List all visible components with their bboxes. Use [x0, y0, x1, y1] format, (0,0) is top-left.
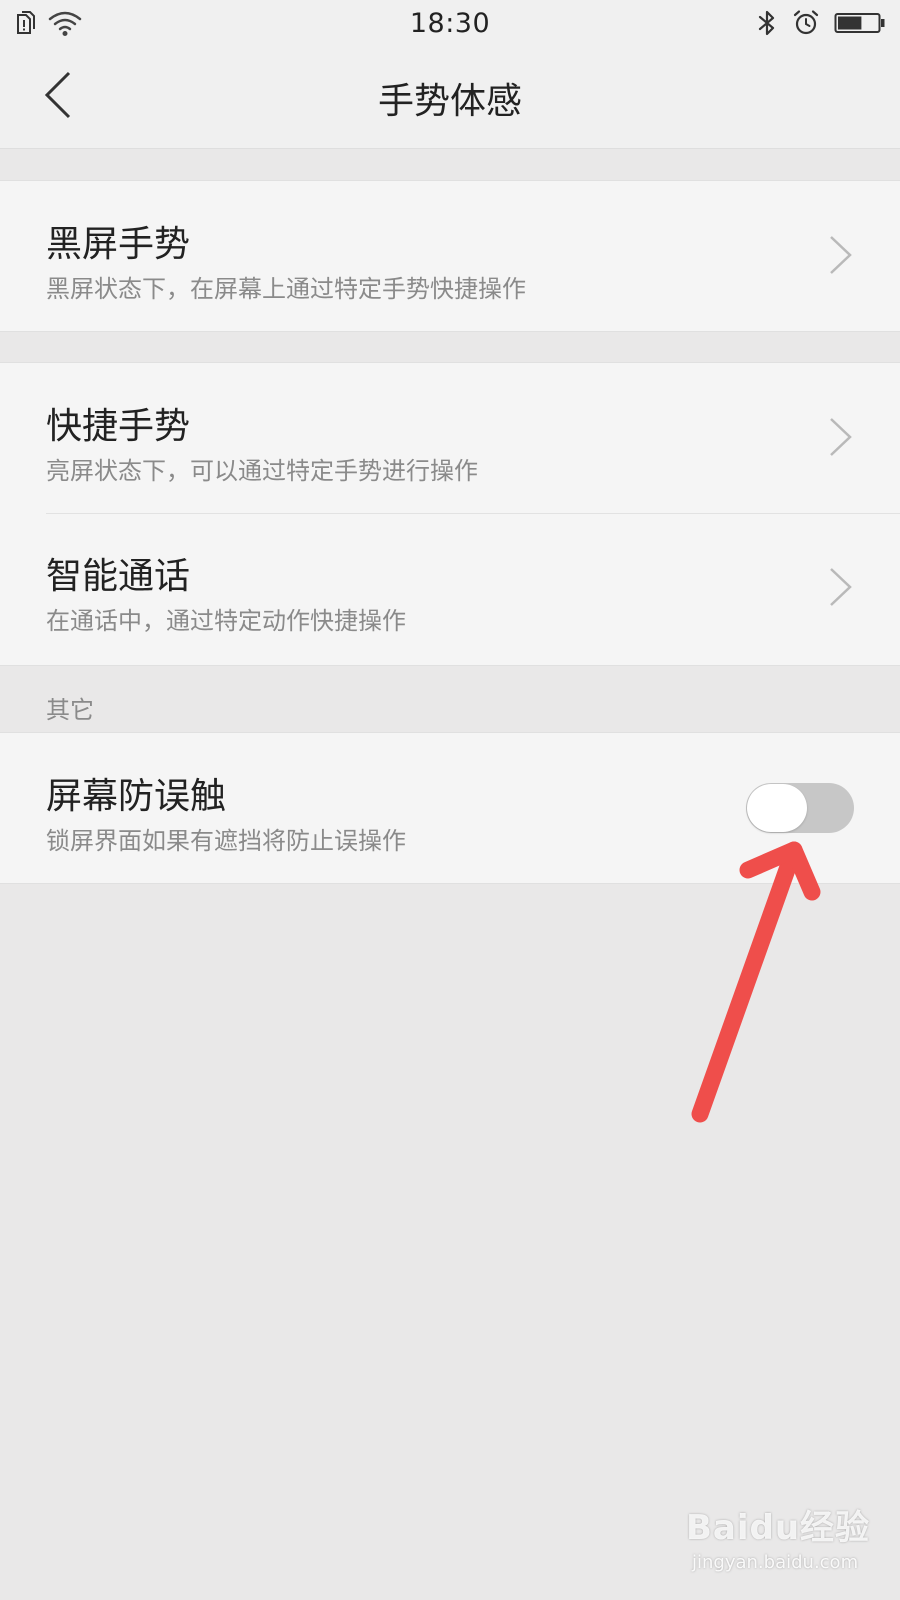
settings-card-2: 快捷手势 亮屏状态下，可以通过特定手势进行操作 智能通话 在通话中，通过特定动作… [0, 362, 900, 666]
row-quick-gesture[interactable]: 快捷手势 亮屏状态下，可以通过特定手势进行操作 [0, 363, 900, 514]
app-header: 手势体感 [0, 48, 900, 149]
row-black-screen-gesture[interactable]: 黑屏手势 黑屏状态下，在屏幕上通过特定手势快捷操作 [0, 181, 900, 331]
row-subtitle: 亮屏状态下，可以通过特定手势进行操作 [46, 457, 478, 485]
watermark-brand: Baidu经验 [686, 1508, 871, 1548]
chevron-right-icon [830, 568, 852, 606]
settings-card-1: 黑屏手势 黑屏状态下，在屏幕上通过特定手势快捷操作 [0, 180, 900, 332]
status-bar: 18:30 [0, 0, 900, 48]
row-smart-call[interactable]: 智能通话 在通话中，通过特定动作快捷操作 [0, 513, 900, 663]
page-title: 手势体感 [377, 81, 522, 122]
watermark-domain: jingyan.baidu.com [692, 1552, 859, 1573]
chevron-right-icon [830, 236, 852, 274]
baidu-watermark: Baidu经验 jingyan.baidu.com [686, 1500, 869, 1582]
row-title: 智能通话 [46, 556, 191, 597]
row-title: 屏幕防误触 [46, 776, 227, 817]
row-title: 黑屏手势 [46, 224, 191, 265]
status-right-icons [756, 9, 886, 41]
toggle-knob [747, 784, 807, 832]
section-label-other: 其它 [46, 696, 94, 724]
anti-mistouch-toggle[interactable] [746, 783, 854, 833]
red-arrow-icon [691, 841, 821, 1123]
battery-icon [834, 10, 886, 40]
row-subtitle: 在通话中，通过特定动作快捷操作 [46, 607, 406, 635]
bluetooth-icon [756, 9, 778, 41]
alarm-icon [792, 9, 820, 41]
row-subtitle: 黑屏状态下，在屏幕上通过特定手势快捷操作 [46, 275, 526, 303]
row-subtitle: 锁屏界面如果有遮挡将防止误操作 [46, 827, 406, 855]
chevron-right-icon [830, 418, 852, 456]
row-title: 快捷手势 [46, 406, 191, 447]
